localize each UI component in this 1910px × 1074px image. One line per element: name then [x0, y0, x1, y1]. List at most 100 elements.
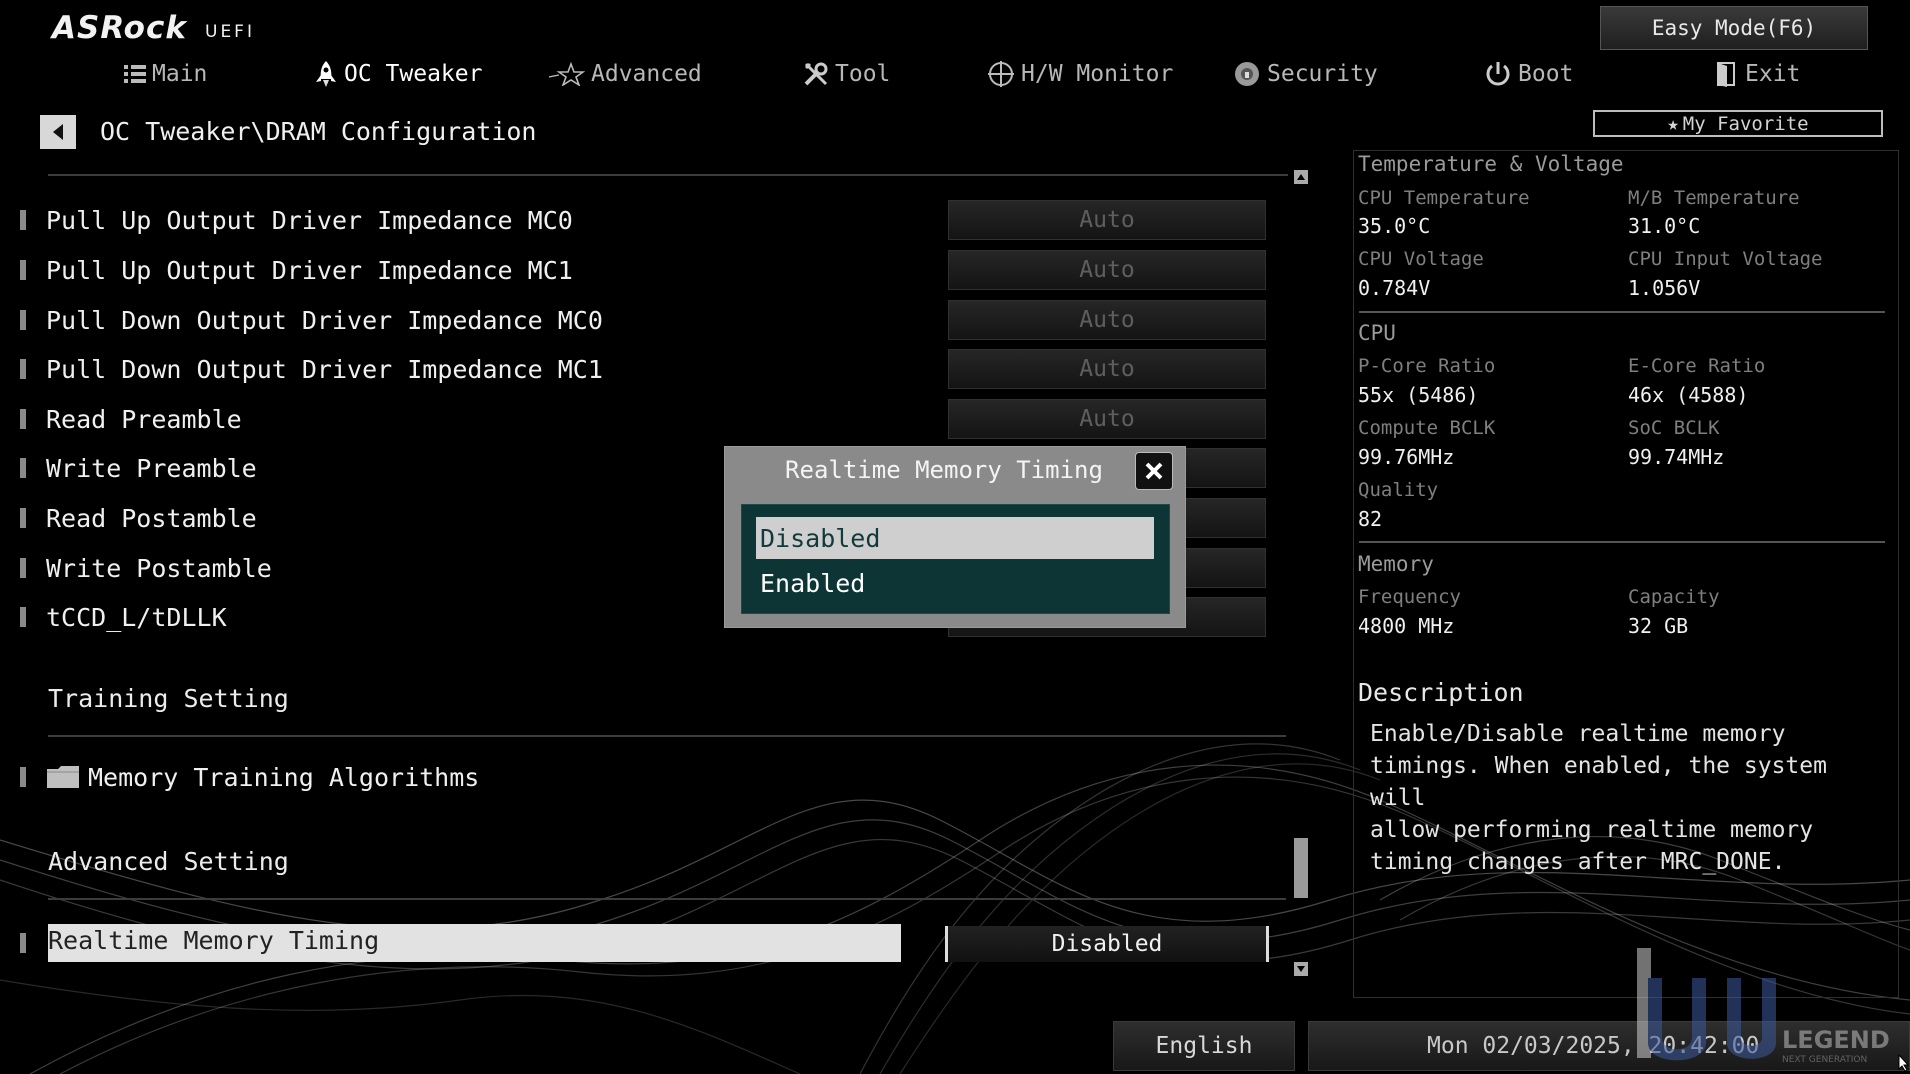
tab-oc-tweaker[interactable]: OC Tweaker	[314, 56, 482, 92]
mb-temp-value: 31.0°C	[1628, 214, 1701, 238]
tab-security-label: Security	[1267, 61, 1378, 87]
row-marker	[20, 508, 26, 528]
exit-icon	[1715, 60, 1739, 88]
setting-value[interactable]: Auto	[948, 399, 1266, 439]
arrow-up-icon	[1297, 174, 1305, 180]
tab-exit[interactable]: Exit	[1715, 56, 1800, 92]
popup-option-disabled[interactable]: Disabled	[756, 517, 1154, 559]
description-heading: Description	[1358, 678, 1524, 707]
row-marker	[20, 409, 26, 429]
setting-value[interactable]: Auto	[948, 300, 1266, 340]
asrock-logo: ASRock	[52, 10, 187, 46]
setting-label: Read Preamble	[46, 404, 242, 434]
folder-icon	[46, 765, 80, 789]
scroll-down-button[interactable]	[1294, 962, 1308, 976]
setting-label: Write Postamble	[46, 553, 272, 583]
ecore-ratio-label: E-Core Ratio	[1628, 355, 1766, 377]
cpu-input-voltage-value: 1.056V	[1628, 276, 1701, 300]
watermark-text: LEGEND	[1782, 1026, 1890, 1054]
scrollbar-thumb[interactable]	[1294, 838, 1308, 898]
wrench-icon	[803, 61, 829, 87]
setting-value[interactable]: Auto	[948, 200, 1266, 240]
star-icon	[549, 62, 585, 86]
close-button[interactable]	[1135, 452, 1173, 490]
soc-bclk-value: 99.74MHz	[1628, 445, 1725, 469]
realtime-memory-timing-value[interactable]: Disabled	[945, 926, 1269, 962]
easy-mode-button[interactable]: Easy Mode(F6)	[1600, 6, 1868, 50]
popup-title: Realtime Memory Timing	[785, 456, 1103, 484]
row-marker	[20, 458, 26, 478]
setting-label: tCCD_L/tDLLK	[46, 602, 227, 632]
tab-boot[interactable]: Boot	[1484, 56, 1573, 92]
shield-icon	[1233, 60, 1261, 88]
tab-hw-monitor-label: H/W Monitor	[1021, 61, 1174, 87]
setting-label: Read Postamble	[46, 503, 257, 533]
row-marker	[20, 933, 26, 953]
tab-tool[interactable]: Tool	[803, 56, 890, 92]
quality-value: 82	[1358, 507, 1383, 531]
tab-advanced[interactable]: Advanced	[549, 56, 702, 92]
arrow-down-icon	[1297, 966, 1305, 972]
my-favorite-label: My Favorite	[1682, 112, 1809, 135]
back-arrow-icon	[53, 124, 63, 140]
pcore-ratio-label: P-Core Ratio	[1358, 355, 1496, 377]
crosshair-icon	[987, 60, 1015, 88]
close-icon	[1145, 462, 1163, 480]
row-marker	[20, 359, 26, 379]
cpu-heading: CPU	[1358, 321, 1396, 345]
frequency-label: Frequency	[1358, 586, 1461, 608]
setting-value[interactable]: Auto	[948, 349, 1266, 389]
memory-training-algorithms-label: Memory Training Algorithms	[88, 762, 480, 792]
setting-label: Pull Down Output Driver Impedance MC0	[46, 305, 603, 335]
cpu-voltage-label: CPU Voltage	[1358, 248, 1484, 270]
section-advanced-setting: Advanced Setting	[48, 847, 289, 876]
capacity-label: Capacity	[1628, 586, 1720, 608]
cpu-input-voltage-label: CPU Input Voltage	[1628, 248, 1823, 270]
quality-label: Quality	[1358, 479, 1439, 501]
list-icon	[124, 64, 146, 84]
tab-security[interactable]: Security	[1233, 56, 1378, 92]
row-marker	[20, 210, 26, 230]
setting-label: Write Preamble	[46, 453, 257, 483]
tab-boot-label: Boot	[1518, 61, 1574, 87]
row-marker	[20, 767, 26, 787]
my-favorite-button[interactable]: ★ My Favorite	[1593, 110, 1883, 137]
watermark-subtext: NEXT GENERATION	[1782, 1055, 1867, 1065]
breadcrumb: OC Tweaker\DRAM Configuration	[100, 117, 537, 146]
tab-tool-label: Tool	[835, 61, 891, 87]
back-button[interactable]	[40, 115, 76, 149]
setting-label: Pull Up Output Driver Impedance MC0	[46, 205, 573, 235]
rocket-icon	[314, 60, 338, 88]
panel-divider	[1359, 541, 1885, 543]
uefi-label: UEFI	[205, 22, 255, 42]
divider	[48, 898, 1286, 900]
popup-option-enabled[interactable]: Enabled	[756, 562, 1154, 604]
row-marker	[20, 310, 26, 330]
divider	[48, 735, 1286, 737]
temp-voltage-heading: Temperature & Voltage	[1358, 152, 1624, 176]
tab-advanced-label: Advanced	[591, 61, 702, 87]
section-training-setting: Training Setting	[48, 684, 289, 713]
power-icon	[1484, 60, 1512, 88]
mb-temp-label: M/B Temperature	[1628, 187, 1800, 209]
cpu-voltage-value: 0.784V	[1358, 276, 1431, 300]
memory-heading: Memory	[1358, 552, 1434, 576]
tab-main-label: Main	[152, 61, 208, 87]
row-marker	[20, 607, 26, 627]
divider	[48, 174, 1288, 176]
tab-main[interactable]: Main	[124, 56, 207, 92]
tab-oc-tweaker-label: OC Tweaker	[344, 61, 483, 87]
row-marker	[20, 260, 26, 280]
compute-bclk-label: Compute BCLK	[1358, 417, 1496, 439]
language-button[interactable]: English	[1113, 1021, 1295, 1071]
scroll-up-button[interactable]	[1294, 170, 1308, 184]
cpu-temp-label: CPU Temperature	[1358, 187, 1530, 209]
tab-hw-monitor[interactable]: H/W Monitor	[987, 56, 1173, 92]
memory-training-algorithms-item[interactable]: Memory Training Algorithms	[20, 756, 1270, 798]
frequency-value: 4800 MHz	[1358, 614, 1455, 638]
soc-bclk-label: SoC BCLK	[1628, 417, 1720, 439]
panel-divider	[1359, 311, 1885, 313]
setting-value[interactable]: Auto	[948, 250, 1266, 290]
setting-label: Pull Down Output Driver Impedance MC1	[46, 354, 603, 384]
description-text: Enable/Disable realtime memory timings. …	[1370, 721, 1827, 875]
